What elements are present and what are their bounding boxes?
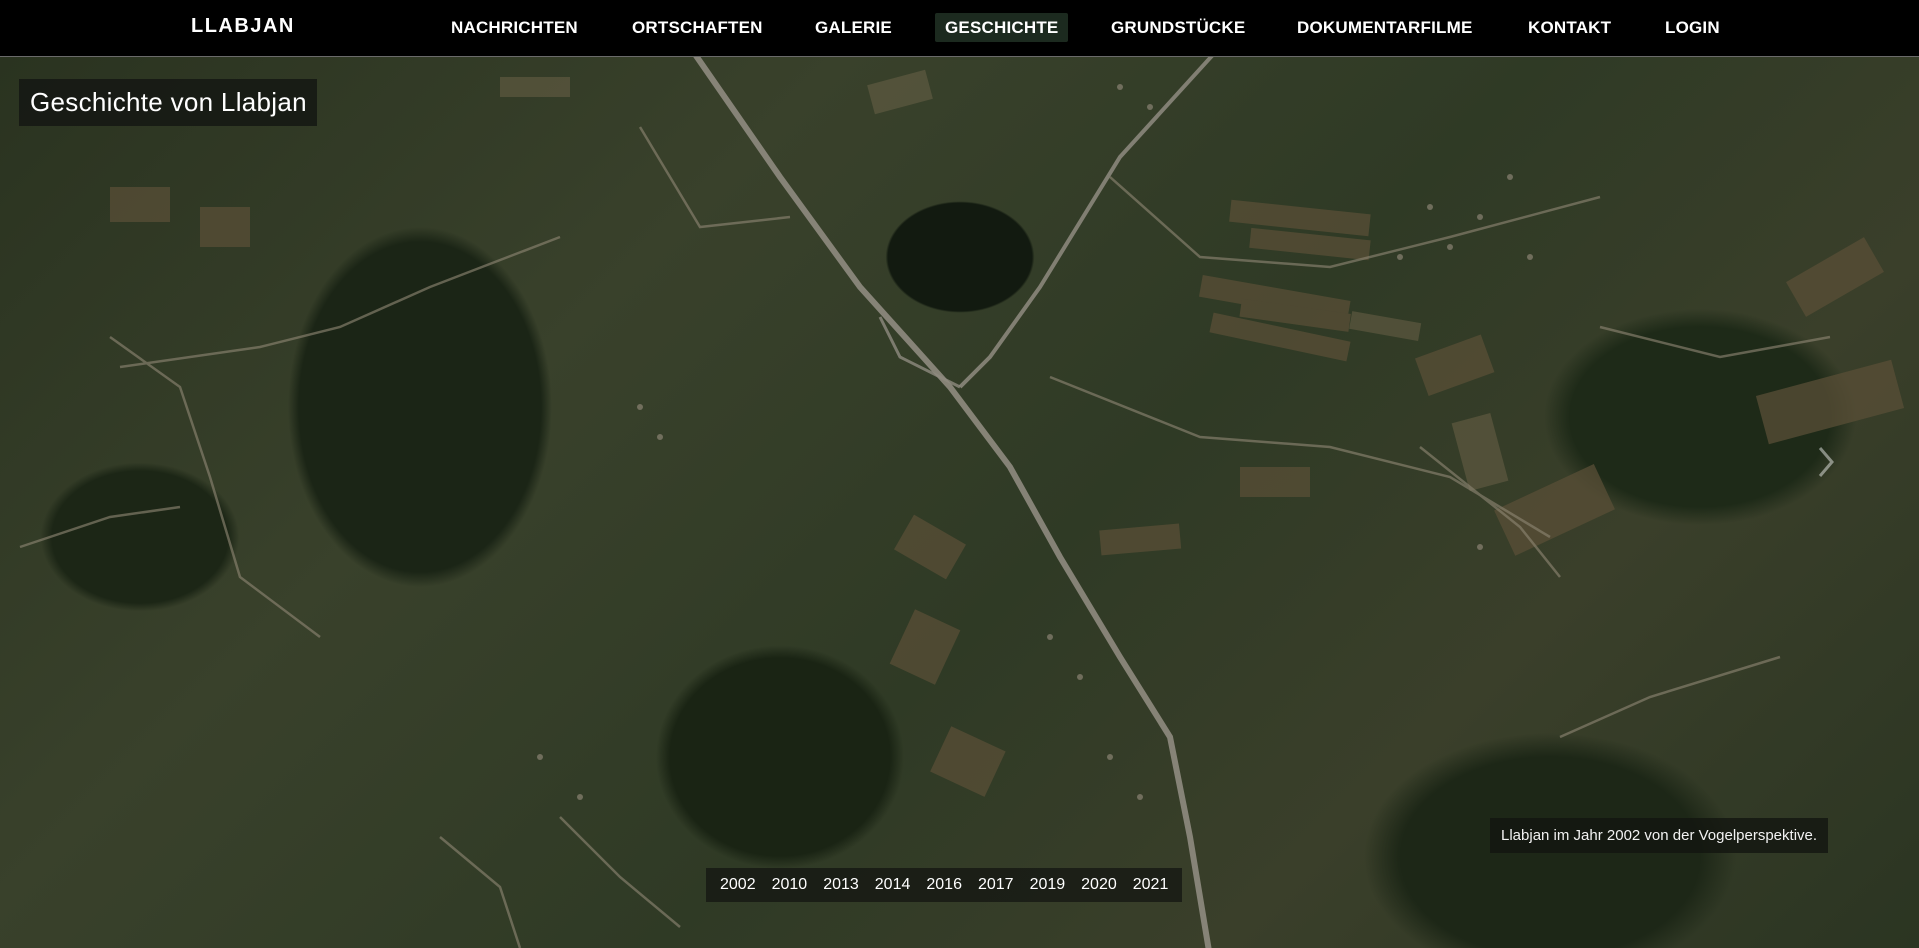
year-2021-button[interactable]: 2021: [1125, 876, 1177, 894]
nav-item-login[interactable]: LOGIN: [1655, 13, 1730, 42]
nav-item-kontakt[interactable]: KONTAKT: [1518, 13, 1621, 42]
chevron-right-icon: [1818, 447, 1834, 477]
main-nav: NACHRICHTEN ORTSCHAFTEN GALERIE GESCHICH…: [0, 0, 1919, 56]
year-2016-button[interactable]: 2016: [918, 876, 970, 894]
nav-item-dokumentarfilme[interactable]: DOKUMENTARFILME: [1287, 13, 1483, 42]
year-2019-button[interactable]: 2019: [1022, 876, 1074, 894]
nav-item-ortschaften[interactable]: ORTSCHAFTEN: [622, 13, 773, 42]
aerial-image-slider[interactable]: Geschichte von Llabjan Llabjan im Jahr 2…: [0, 57, 1919, 948]
nav-item-galerie[interactable]: GALERIE: [805, 13, 902, 42]
year-2010-button[interactable]: 2010: [764, 876, 816, 894]
year-selector: 2002 2010 2013 2014 2016 2017 2019 2020 …: [706, 868, 1183, 902]
top-navigation-bar: LLABJAN NACHRICHTEN ORTSCHAFTEN GALERIE …: [0, 0, 1919, 57]
next-slide-button[interactable]: [1808, 442, 1842, 482]
nav-item-nachrichten[interactable]: NACHRICHTEN: [441, 13, 588, 42]
slide-caption: Llabjan im Jahr 2002 von der Vogelperspe…: [1490, 818, 1829, 853]
aerial-photo: [19, 57, 1905, 948]
nav-item-grundstuecke[interactable]: GRUNDSTÜCKE: [1101, 13, 1255, 42]
year-2014-button[interactable]: 2014: [867, 876, 919, 894]
year-2013-button[interactable]: 2013: [815, 876, 867, 894]
nav-item-geschichte[interactable]: GESCHICHTE: [935, 13, 1069, 42]
page-title: Geschichte von Llabjan: [19, 79, 317, 126]
year-2002-button[interactable]: 2002: [712, 876, 764, 894]
year-2020-button[interactable]: 2020: [1073, 876, 1125, 894]
year-2017-button[interactable]: 2017: [970, 876, 1022, 894]
